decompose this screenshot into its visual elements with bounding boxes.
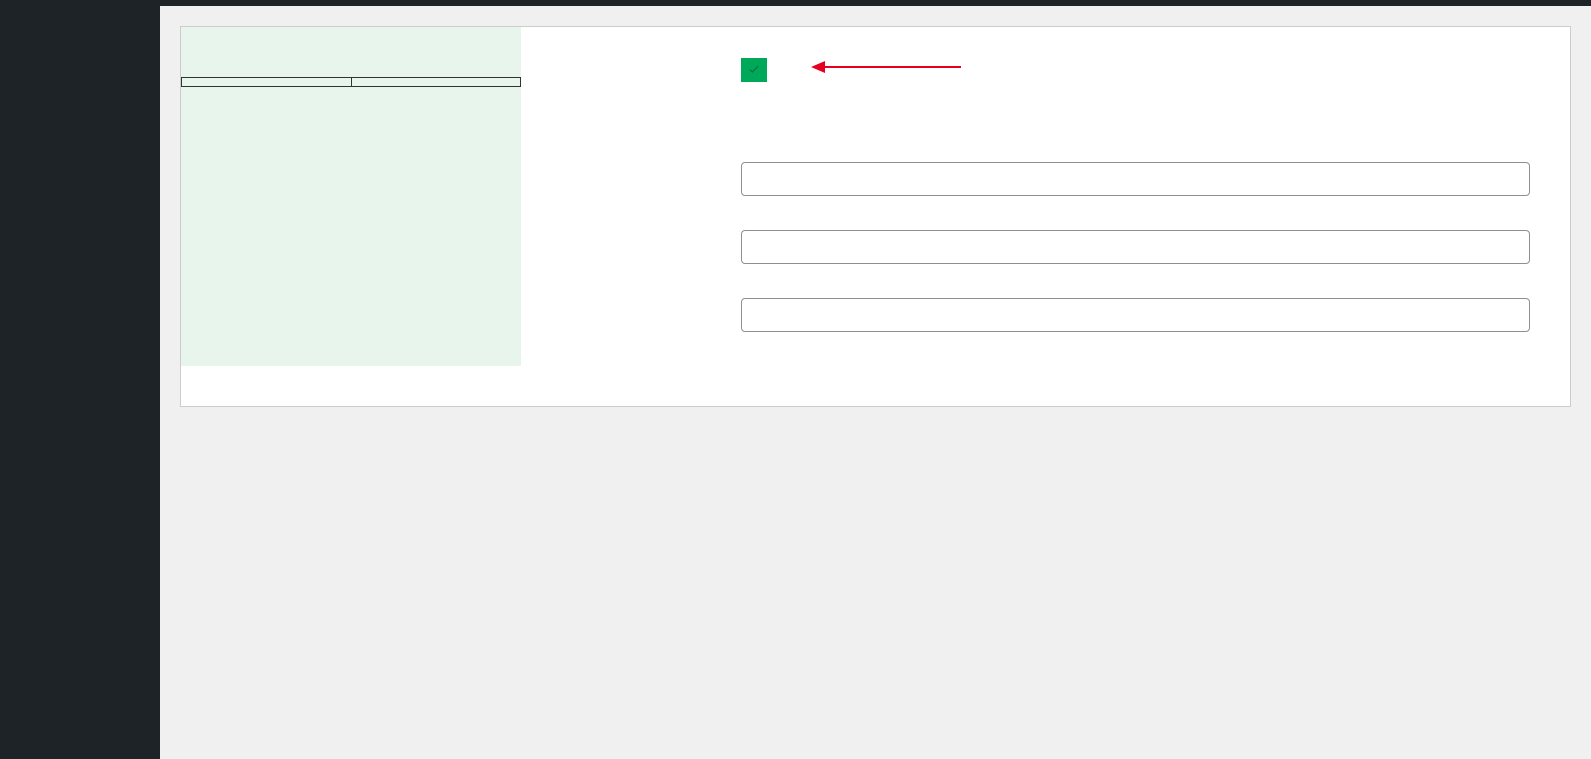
arrow-annotation bbox=[811, 57, 961, 81]
cc-input[interactable] bbox=[741, 298, 1530, 332]
activate-checkbox[interactable] bbox=[741, 58, 767, 82]
check-icon bbox=[747, 63, 761, 77]
table-header bbox=[182, 78, 352, 87]
activate-label bbox=[541, 57, 741, 92]
main-content bbox=[160, 0, 1591, 759]
domain-email-label bbox=[541, 162, 741, 206]
merge-tags-table bbox=[181, 77, 521, 87]
mailto-input[interactable] bbox=[741, 230, 1530, 264]
settings-form bbox=[521, 27, 1550, 366]
status-select-label bbox=[541, 116, 741, 138]
admin-sidebar bbox=[0, 0, 160, 759]
mailto-label bbox=[541, 230, 741, 274]
merge-tags-note bbox=[181, 65, 521, 77]
merge-tags-panel bbox=[181, 27, 521, 366]
table-header bbox=[351, 78, 521, 87]
merge-tags-title bbox=[181, 57, 521, 65]
domain-email-input[interactable] bbox=[741, 162, 1530, 196]
cc-label bbox=[541, 298, 741, 342]
